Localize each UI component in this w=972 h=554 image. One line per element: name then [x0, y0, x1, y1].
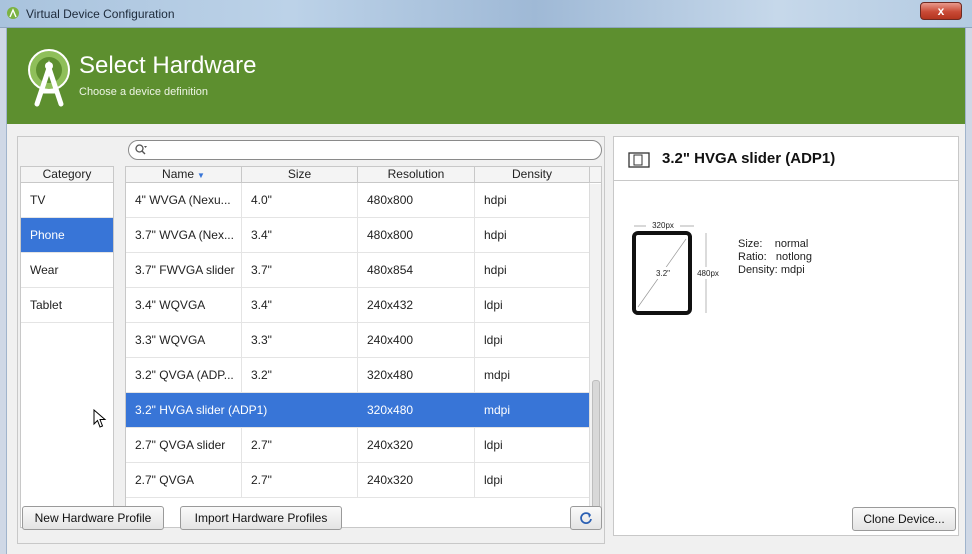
cell-resolution: 240x432 — [358, 288, 475, 322]
cell-name: 3.4" WQVGA — [126, 288, 242, 322]
cell-resolution: 320x480 — [358, 358, 475, 392]
cell-size: 3.4" — [242, 218, 358, 252]
device-table: Name ▼ Size Resolution Density 4" WVGA (N… — [125, 166, 602, 528]
device-screen-diagram: 320px 3.2" 480px — [632, 220, 722, 315]
android-studio-icon — [28, 49, 70, 107]
cell-resolution: 320x480 — [358, 393, 475, 427]
close-button[interactable]: x — [920, 2, 962, 20]
cell-density: mdpi — [475, 393, 590, 427]
mouse-pointer-icon — [93, 409, 107, 428]
android-studio-icon — [7, 7, 19, 19]
clone-device-button[interactable]: Clone Device... — [852, 507, 956, 531]
close-icon: x — [937, 4, 945, 18]
diagonal-label: 3.2" — [656, 269, 670, 278]
width-dimension-label: 320px — [652, 221, 674, 230]
cell-size: 3.2" — [242, 358, 358, 392]
cell-size — [242, 393, 358, 427]
cell-name: 4" WVGA (Nexu... — [126, 183, 242, 217]
cell-density: hdpi — [475, 183, 590, 217]
cell-name: 3.7" FWVGA slider — [126, 253, 242, 287]
cell-size: 3.7" — [242, 253, 358, 287]
preview-device-title: 3.2" HVGA slider (ADP1) — [662, 150, 836, 167]
page-subtitle: Choose a device definition — [79, 86, 209, 98]
table-row[interactable]: 3.3" WQVGA 3.3" 240x400 ldpi — [126, 323, 601, 358]
device-outline-icon — [628, 152, 650, 168]
dialog: Select Hardware Choose a device definiti… — [6, 28, 966, 554]
cell-name: 3.2" QVGA (ADP... — [126, 358, 242, 392]
table-row-selected[interactable]: 3.2" HVGA slider (ADP1) 320x480 mdpi — [126, 393, 601, 428]
table-scrollbar[interactable] — [589, 184, 601, 527]
device-preview-panel: 3.2" HVGA slider (ADP1) 320px 3.2" 480px… — [613, 136, 959, 536]
cell-density: ldpi — [475, 288, 590, 322]
cell-density: ldpi — [475, 428, 590, 462]
spec-size: Size: normal — [738, 238, 809, 250]
device-specs: Size: normal Ratio: notlong Density: mdp… — [738, 238, 812, 277]
table-row[interactable]: 3.2" QVGA (ADP... 3.2" 320x480 mdpi — [126, 358, 601, 393]
column-header-size[interactable]: Size — [242, 167, 358, 182]
table-row[interactable]: 2.7" QVGA 2.7" 240x320 ldpi — [126, 463, 601, 498]
table-row[interactable]: 3.4" WQVGA 3.4" 240x432 ldpi — [126, 288, 601, 323]
table-header: Name ▼ Size Resolution Density — [126, 167, 601, 183]
cell-resolution: 240x320 — [358, 463, 475, 497]
hardware-list-panel: Category TV Phone Wear Tablet Name ▼ Size… — [17, 136, 605, 544]
refresh-button[interactable] — [570, 506, 602, 530]
cell-density: hdpi — [475, 253, 590, 287]
cell-size: 2.7" — [242, 428, 358, 462]
spec-ratio: Ratio: notlong — [738, 251, 813, 263]
category-list: Category TV Phone Wear Tablet — [20, 166, 114, 528]
search-input[interactable] — [151, 142, 591, 158]
category-item-phone[interactable]: Phone — [21, 218, 113, 253]
sort-desc-icon: ▼ — [197, 171, 205, 180]
cell-resolution: 240x320 — [358, 428, 475, 462]
cell-resolution: 480x800 — [358, 218, 475, 252]
import-hardware-profiles-button[interactable]: Import Hardware Profiles — [180, 506, 342, 530]
category-header[interactable]: Category — [21, 167, 113, 183]
cell-size: 2.7" — [242, 463, 358, 497]
table-row[interactable]: 2.7" QVGA slider 2.7" 240x320 ldpi — [126, 428, 601, 463]
column-header-resolution[interactable]: Resolution — [358, 167, 475, 182]
window-title: Virtual Device Configuration — [26, 7, 175, 21]
cell-resolution: 480x854 — [358, 253, 475, 287]
column-header-name[interactable]: Name ▼ — [126, 167, 242, 182]
cell-name: 2.7" QVGA slider — [126, 428, 242, 462]
category-item-tv[interactable]: TV — [21, 183, 113, 218]
table-row[interactable]: 3.7" FWVGA slider 3.7" 480x854 hdpi — [126, 253, 601, 288]
cell-resolution: 240x400 — [358, 323, 475, 357]
header-banner: Select Hardware Choose a device definiti… — [7, 28, 965, 124]
window-titlebar: Virtual Device Configuration x — [0, 0, 972, 28]
cell-density: hdpi — [475, 218, 590, 252]
cell-name: 3.2" HVGA slider (ADP1) — [126, 393, 267, 427]
cell-density: mdpi — [475, 358, 590, 392]
cell-name: 3.3" WQVGA — [126, 323, 242, 357]
new-hardware-profile-button[interactable]: New Hardware Profile — [22, 506, 164, 530]
page-title: Select Hardware — [79, 52, 257, 79]
table-row[interactable]: 4" WVGA (Nexu... 4.0" 480x800 hdpi — [126, 183, 601, 218]
category-item-tablet[interactable]: Tablet — [21, 288, 113, 323]
category-item-wear[interactable]: Wear — [21, 253, 113, 288]
cell-name: 3.7" WVGA (Nex... — [126, 218, 242, 252]
cell-name: 2.7" QVGA — [126, 463, 242, 497]
cell-size: 4.0" — [242, 183, 358, 217]
search-field[interactable] — [128, 140, 602, 160]
column-header-density[interactable]: Density — [475, 167, 590, 182]
cell-size: 3.3" — [242, 323, 358, 357]
cell-resolution: 480x800 — [358, 183, 475, 217]
scrollbar-thumb[interactable] — [592, 380, 600, 526]
cell-size: 3.4" — [242, 288, 358, 322]
refresh-icon — [580, 512, 592, 524]
cell-density: ldpi — [475, 463, 590, 497]
height-dimension-label: 480px — [697, 269, 719, 278]
cell-density: ldpi — [475, 323, 590, 357]
table-row[interactable]: 3.7" WVGA (Nex... 3.4" 480x800 hdpi — [126, 218, 601, 253]
spec-density: Density: mdpi — [738, 264, 805, 276]
search-icon — [135, 144, 147, 155]
preview-header: 3.2" HVGA slider (ADP1) — [614, 137, 958, 181]
